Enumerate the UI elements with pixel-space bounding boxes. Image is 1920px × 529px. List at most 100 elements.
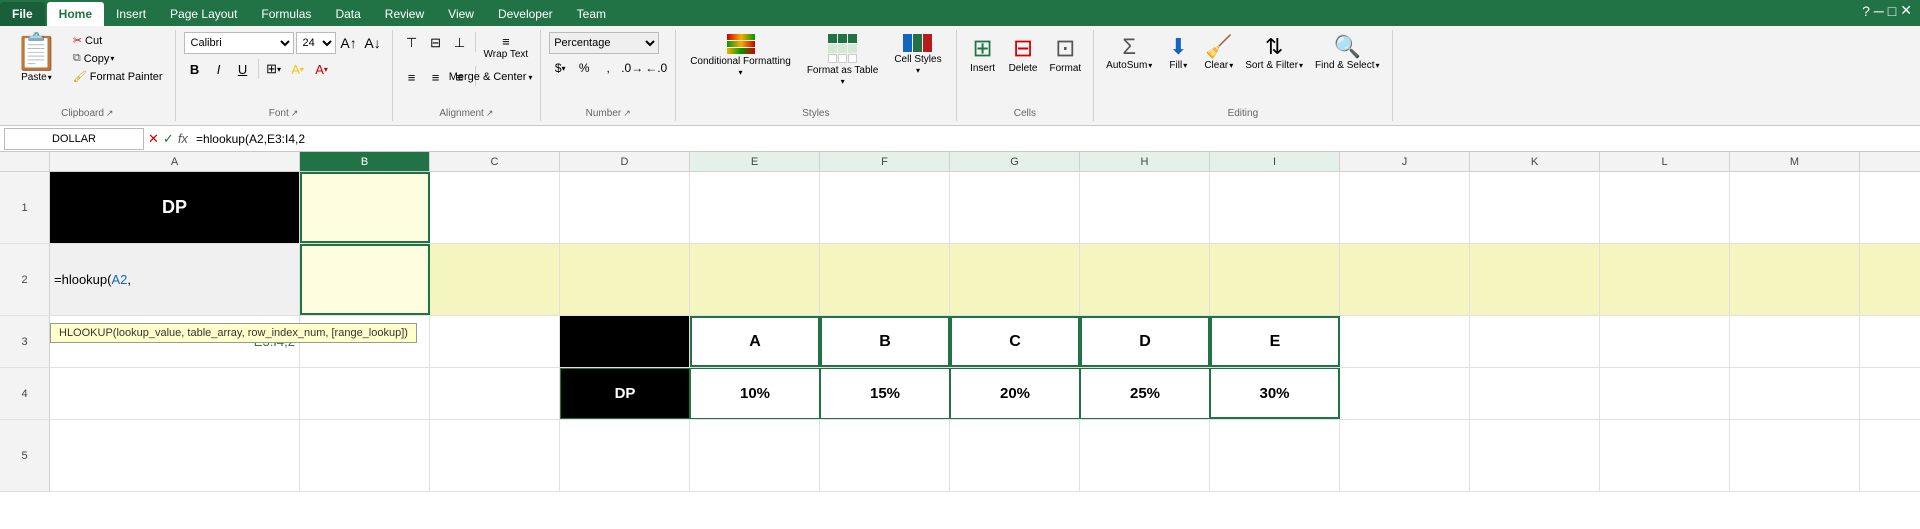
cell-i4[interactable]: 30% [1210,368,1340,419]
cell-m3[interactable] [1730,316,1860,367]
number-format-select[interactable]: Percentage [549,32,659,54]
tab-view[interactable]: View [436,2,486,26]
cell-j2[interactable] [1340,244,1470,315]
tab-data[interactable]: Data [323,2,372,26]
cell-d2[interactable] [560,244,690,315]
insert-function-icon[interactable]: fx [178,131,188,146]
copy-button[interactable]: ⧉ Copy ▾ [69,50,167,67]
left-align-button[interactable]: ≡ [401,66,423,88]
cell-e1[interactable] [690,172,820,243]
format-button[interactable]: ⊡ Format [1045,32,1085,76]
cell-m4[interactable] [1730,368,1860,419]
decrease-decimal-button[interactable]: ←.0 [645,57,667,79]
font-shrink-button[interactable]: A↓ [362,32,384,54]
tab-team[interactable]: Team [565,2,618,26]
cell-b2[interactable] [300,244,430,315]
cell-c2[interactable] [430,244,560,315]
formula-input[interactable] [192,128,1916,150]
cell-b1[interactable] [300,172,430,243]
cell-d3[interactable] [560,316,690,367]
cell-h2[interactable] [1080,244,1210,315]
cell-g4[interactable]: 20% [950,368,1080,419]
cell-f1[interactable] [820,172,950,243]
cell-l4[interactable] [1600,368,1730,419]
fill-button[interactable]: ⬇ Fill ▾ [1160,32,1196,73]
autosum-button[interactable]: Σ AutoSum ▾ [1102,32,1156,73]
cell-b5[interactable] [300,420,430,491]
increase-decimal-button[interactable]: .0→ [621,57,643,79]
fill-color-button[interactable]: A▾ [287,58,309,80]
cell-m1[interactable] [1730,172,1860,243]
cell-m2[interactable] [1730,244,1860,315]
cell-j1[interactable] [1340,172,1470,243]
cell-g5[interactable] [950,420,1080,491]
cell-a2[interactable]: =hlookup(A2, HLOOKUP(lookup_value, table… [50,244,300,315]
underline-button[interactable]: U [232,58,254,80]
col-header-f[interactable]: F [820,152,950,171]
cell-g3[interactable]: C [950,316,1080,367]
restore-icon[interactable]: □ [1888,3,1896,19]
cell-i5[interactable] [1210,420,1340,491]
merge-center-button[interactable]: Merge & Center ▾ [480,66,502,88]
cancel-icon[interactable]: ✕ [148,131,159,147]
font-grow-button[interactable]: A↑ [338,32,360,54]
cell-l3[interactable] [1600,316,1730,367]
currency-button[interactable]: $▾ [549,57,571,79]
row-header-5[interactable]: 5 [0,420,50,491]
name-box[interactable] [4,128,144,150]
font-color-button[interactable]: A▾ [311,58,333,80]
cell-j4[interactable] [1340,368,1470,419]
cell-a1[interactable]: DP [50,172,300,243]
tab-review[interactable]: Review [373,2,436,26]
border-button[interactable]: ⊞▾ [263,58,285,80]
top-align-button[interactable]: ⊤ [401,32,423,54]
percent-button[interactable]: % [573,57,595,79]
wrap-text-button[interactable]: ≡ Wrap Text [480,32,533,62]
find-select-button[interactable]: 🔍 Find & Select ▾ [1311,32,1384,73]
paste-button[interactable]: 📋 Paste ▾ [8,32,65,85]
cell-g2[interactable] [950,244,1080,315]
col-header-l[interactable]: L [1600,152,1730,171]
cell-h3[interactable]: D [1080,316,1210,367]
col-header-k[interactable]: K [1470,152,1600,171]
cell-k1[interactable] [1470,172,1600,243]
col-header-d[interactable]: D [560,152,690,171]
cell-e2[interactable] [690,244,820,315]
cell-m5[interactable] [1730,420,1860,491]
cell-l1[interactable] [1600,172,1730,243]
close-icon[interactable]: ✕ [1900,2,1912,19]
cell-k4[interactable] [1470,368,1600,419]
col-header-b[interactable]: B [300,152,430,171]
cell-c3[interactable] [430,316,560,367]
tab-page-layout[interactable]: Page Layout [158,2,249,26]
tab-home[interactable]: Home [47,2,104,26]
confirm-icon[interactable]: ✓ [163,131,174,147]
col-header-e[interactable]: E [690,152,820,171]
cell-i1[interactable] [1210,172,1340,243]
cell-e4[interactable]: 10% [690,368,820,419]
col-header-n[interactable]: N [1860,152,1920,171]
col-header-i[interactable]: I [1210,152,1340,171]
cell-j3[interactable] [1340,316,1470,367]
cell-k3[interactable] [1470,316,1600,367]
col-header-a[interactable]: A [50,152,300,171]
tab-developer[interactable]: Developer [486,2,565,26]
comma-button[interactable]: , [597,57,619,79]
bottom-align-button[interactable]: ⊥ [449,32,471,54]
cell-c5[interactable] [430,420,560,491]
cell-f3[interactable]: B [820,316,950,367]
cell-c1[interactable] [430,172,560,243]
cell-f4[interactable]: 15% [820,368,950,419]
col-header-g[interactable]: G [950,152,1080,171]
clear-button[interactable]: 🧹 Clear ▾ [1200,32,1237,73]
center-align-button[interactable]: ≡ [425,66,447,88]
middle-align-button[interactable]: ⊟ [425,32,447,54]
cell-k2[interactable] [1470,244,1600,315]
cell-i2[interactable] [1210,244,1340,315]
cell-f5[interactable] [820,420,950,491]
cell-styles-button[interactable]: Cell Styles ▾ [888,32,947,77]
cell-d4[interactable]: DP [560,368,690,419]
tab-formulas[interactable]: Formulas [249,2,323,26]
cell-e5[interactable] [690,420,820,491]
help-icon[interactable]: ? [1862,3,1870,19]
